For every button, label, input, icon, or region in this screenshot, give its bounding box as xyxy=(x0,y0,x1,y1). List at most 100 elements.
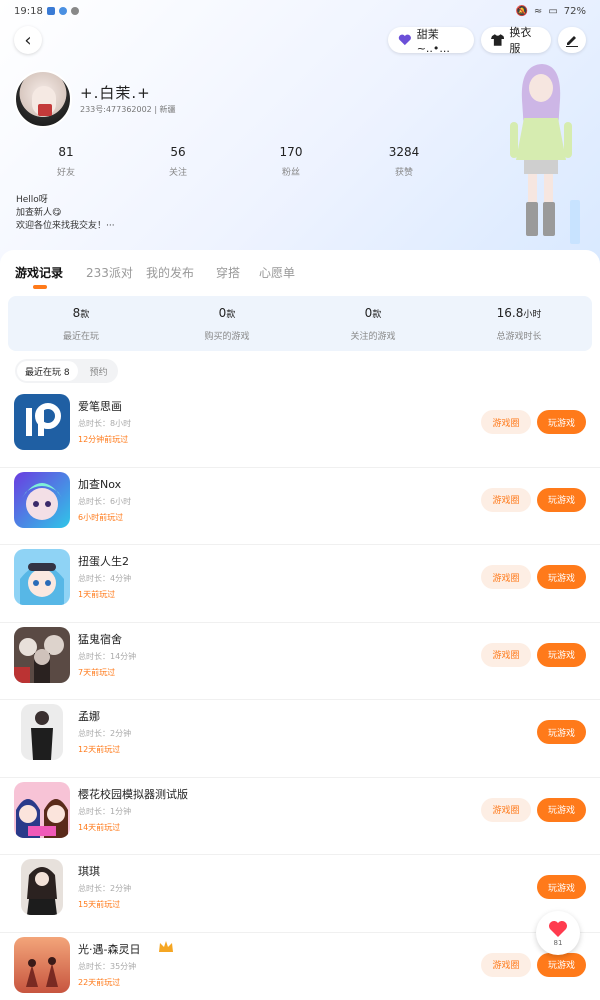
game-circle-button[interactable]: 游戏圈 xyxy=(481,487,531,512)
game-name: 孟娜 xyxy=(78,710,100,723)
profile-tabs: 游戏记录 233派对 我的发布 穿搭 心愿单 xyxy=(0,250,600,295)
game-duration: 总时长：2分钟 xyxy=(78,729,132,738)
game-row[interactable]: 琪琪 总时长：2分钟 15天前玩过 玩游戏 xyxy=(0,855,600,933)
bio: Hello呀 加查新人😋 欢迎各位来找我交友！··· xyxy=(16,194,115,233)
summary-unit: 款 xyxy=(226,310,236,320)
tab-game-records[interactable]: 游戏记录 xyxy=(15,264,63,281)
game-list: 爱笔思画 总时长：8小时 12分钟前玩过 游戏圈 玩游戏 加查Nox 总时长：6… xyxy=(0,390,600,1000)
game-last-played: 6小时前玩过 xyxy=(78,512,124,522)
stat-value: 56 xyxy=(170,145,186,159)
stat-value: 3284 xyxy=(388,145,420,159)
subtab-switcher: 最近在玩 8 预约 xyxy=(15,359,118,383)
summary-unit: 小时 xyxy=(523,310,542,320)
crown-icon xyxy=(159,940,173,952)
tab-outfits[interactable]: 穿搭 xyxy=(216,264,240,281)
play-game-button[interactable]: 玩游戏 xyxy=(537,720,586,744)
game-last-played: 12天前玩过 xyxy=(78,745,121,754)
game-row[interactable]: 光·遇-森灵日 总时长：35分钟 22天前玩过 游戏圈 玩游戏 xyxy=(0,933,600,1000)
game-row[interactable]: 加查Nox 总时长：6小时 6小时前玩过 游戏圈 玩游戏 xyxy=(0,468,600,545)
game-duration: 总时长：4分钟 xyxy=(78,574,132,583)
username: +.白茉.+ xyxy=(80,84,151,102)
stat-value: 170 xyxy=(279,145,303,159)
stat-friends[interactable]: 81 好友 xyxy=(26,145,106,178)
game-name: 加查Nox xyxy=(78,477,122,491)
sakura-school-icon xyxy=(14,781,70,838)
stat-label: 关注 xyxy=(168,168,187,178)
change-clothes-button[interactable]: 换衣服 xyxy=(481,26,551,55)
game-name: 光·遇-森灵日 xyxy=(78,942,141,956)
stat-following[interactable]: 56 关注 xyxy=(138,145,218,178)
game-name: 琪琪 xyxy=(78,865,100,878)
game-row[interactable]: 爱笔思画 总时长：8小时 12分钟前玩过 游戏圈 玩游戏 xyxy=(0,390,600,468)
summary-label: 总游戏时长 xyxy=(496,332,542,342)
game-circle-button[interactable]: 游戏圈 xyxy=(481,565,531,589)
summary-label: 购买的游戏 xyxy=(204,332,250,342)
game-name: 爱笔思画 xyxy=(78,400,122,413)
game-duration: 总时长：8小时 xyxy=(78,419,132,428)
summary-followed[interactable]: 0款 关注的游戏 xyxy=(300,306,446,342)
heart-icon xyxy=(398,34,411,46)
game-last-played: 12分钟前玩过 xyxy=(78,435,129,444)
active-tab-indicator xyxy=(33,285,47,289)
ibis-paint-icon xyxy=(14,394,70,450)
stat-value: 81 xyxy=(58,145,74,159)
game-row[interactable]: 猛鬼宿舍 总时长：14分钟 7天前玩过 游戏圈 玩游戏 xyxy=(0,623,600,700)
bio-line: 欢迎各位来找我交友！··· xyxy=(16,221,115,231)
game-row[interactable]: 樱花校园模拟器测试版 总时长：1分钟 14天前玩过 游戏圈 玩游戏 xyxy=(0,778,600,855)
avatar-character-figure[interactable] xyxy=(500,60,580,245)
game-last-played: 22天前玩过 xyxy=(78,977,121,987)
gacha-life-icon xyxy=(14,549,70,605)
summary-value: 16.8 xyxy=(496,306,524,320)
subtab-recent[interactable]: 最近在玩 8 xyxy=(17,361,78,381)
game-duration: 总时长：2分钟 xyxy=(78,884,132,893)
battery-level: 72% xyxy=(563,5,586,17)
floating-like-button[interactable]: 81 xyxy=(536,911,580,955)
game-circle-button[interactable]: 游戏圈 xyxy=(481,642,531,667)
game-last-played: 15天前玩过 xyxy=(78,900,121,909)
summary-recent[interactable]: 8款 最近在玩 xyxy=(8,306,154,342)
play-game-button[interactable]: 玩游戏 xyxy=(537,797,586,822)
chevron-left-icon: ‹ xyxy=(24,29,32,51)
photo-icon xyxy=(21,704,63,760)
game-circle-button[interactable]: 游戏圈 xyxy=(481,952,531,977)
tab-wishlist[interactable]: 心愿单 xyxy=(259,264,295,281)
bio-line: 加查新人😋 xyxy=(16,208,62,218)
stat-fans[interactable]: 170 粉丝 xyxy=(251,145,331,178)
game-row[interactable]: 孟娜 总时长：2分钟 12天前玩过 玩游戏 xyxy=(0,700,600,778)
game-name: 樱花校园模拟器测试版 xyxy=(78,787,188,801)
gacha-nox-icon xyxy=(14,471,70,528)
stat-likes[interactable]: 3284 获赞 xyxy=(364,145,444,178)
summary-unit: 款 xyxy=(80,310,90,320)
tab-my-posts[interactable]: 我的发布 xyxy=(146,264,194,281)
play-game-button[interactable]: 玩游戏 xyxy=(537,642,586,667)
summary-label: 关注的游戏 xyxy=(350,332,396,342)
app-notification-icon xyxy=(46,7,55,15)
edit-profile-button[interactable] xyxy=(558,27,586,53)
chat-notification-icon xyxy=(70,7,79,15)
game-row[interactable]: 扭蛋人生2 总时长：4分钟 1天前玩过 游戏圈 玩游戏 xyxy=(0,545,600,623)
game-name: 扭蛋人生2 xyxy=(78,555,129,568)
game-circle-button[interactable]: 游戏圈 xyxy=(481,797,531,822)
game-name: 猛鬼宿舍 xyxy=(78,632,122,646)
play-game-button[interactable]: 玩游戏 xyxy=(537,952,586,977)
shirt-icon xyxy=(491,34,505,46)
summary-purchased[interactable]: 0款 购买的游戏 xyxy=(154,306,300,342)
play-game-button[interactable]: 玩游戏 xyxy=(537,487,586,512)
avatar[interactable] xyxy=(14,70,72,128)
subtab-reserved[interactable]: 预约 xyxy=(82,361,116,381)
tab-party[interactable]: 233派对 xyxy=(86,264,133,281)
play-game-button[interactable]: 玩游戏 xyxy=(537,565,586,589)
back-button[interactable]: ‹ xyxy=(14,26,42,54)
sky-icon xyxy=(14,936,70,993)
play-game-button[interactable]: 玩游戏 xyxy=(537,410,586,434)
game-duration: 总时长：14分钟 xyxy=(78,651,137,661)
photo-icon xyxy=(21,859,63,915)
friend-status-pill[interactable]: 甜茉~..•... xyxy=(388,27,474,55)
summary-playtime: 16.8小时 总游戏时长 xyxy=(446,306,592,342)
game-circle-button[interactable]: 游戏圈 xyxy=(481,410,531,434)
summary-unit: 款 xyxy=(372,310,382,320)
game-duration: 总时长：35分钟 xyxy=(78,961,137,971)
profile-page: 19:18 🔕 ≈ ▭ 72% ‹ 甜茉~..•... 换衣服 +.白茉.+ 2… xyxy=(0,0,600,1000)
game-last-played: 1天前玩过 xyxy=(78,590,116,599)
play-game-button[interactable]: 玩游戏 xyxy=(537,875,586,899)
